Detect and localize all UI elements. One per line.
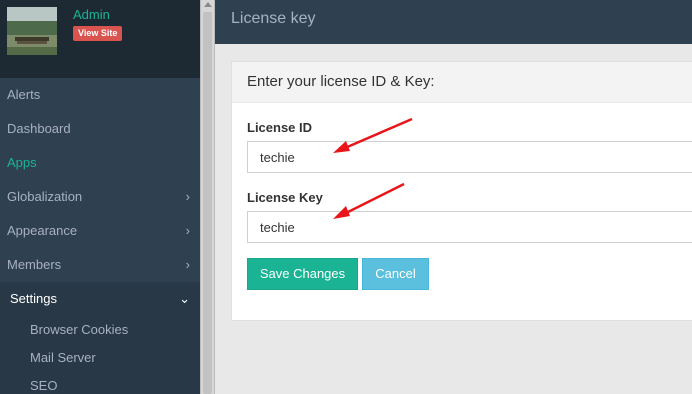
sidebar-item-label: Globalization: [7, 189, 83, 204]
avatar[interactable]: [7, 7, 57, 55]
sidebar-item-appearance[interactable]: Appearance ›: [0, 214, 200, 248]
scroll-up-arrow-icon[interactable]: [204, 2, 212, 7]
license-key-input[interactable]: [247, 211, 692, 243]
sidebar-profile: Admin View Site: [0, 0, 200, 78]
chevron-right-icon: ›: [185, 189, 190, 204]
scrollbar-thumb[interactable]: [203, 12, 212, 394]
sidebar-scrollbar[interactable]: [200, 0, 215, 394]
page-title: License key: [231, 10, 316, 27]
sidebar-item-label: Members: [7, 257, 62, 272]
top-bar: License key: [215, 0, 692, 44]
sidebar-item-label: Apps: [7, 155, 37, 170]
save-changes-button[interactable]: Save Changes: [247, 258, 358, 290]
sidebar-item-label: Dashboard: [7, 121, 71, 136]
view-site-button[interactable]: View Site: [73, 26, 123, 41]
sidebar-nav: Alerts Dashboard Apps Globalization › Ap…: [0, 78, 200, 394]
sidebar: Admin View Site Alerts Dashboard Apps Gl…: [0, 0, 200, 394]
chevron-right-icon: ›: [185, 257, 190, 272]
submenu-item-seo[interactable]: SEO: [0, 372, 200, 394]
sidebar-item-members[interactable]: Members ›: [0, 248, 200, 282]
settings-submenu: Browser Cookies Mail Server SEO: [0, 316, 200, 394]
sidebar-item-label: Settings: [10, 291, 57, 306]
sidebar-item-label: Alerts: [7, 87, 41, 102]
license-id-label: License ID: [247, 120, 313, 135]
license-id-input[interactable]: [247, 141, 692, 173]
sidebar-item-apps[interactable]: Apps: [0, 146, 200, 180]
sidebar-item-globalization[interactable]: Globalization ›: [0, 180, 200, 214]
license-key-label: License Key: [247, 190, 323, 205]
chevron-down-icon: ⌄: [179, 291, 190, 306]
chevron-right-icon: ›: [185, 223, 190, 238]
license-panel: Enter your license ID & Key: License ID …: [231, 61, 692, 321]
submenu-item-browser-cookies[interactable]: Browser Cookies: [0, 316, 200, 344]
user-name[interactable]: Admin: [73, 7, 110, 22]
panel-heading: Enter your license ID & Key:: [232, 62, 692, 103]
sidebar-item-settings[interactable]: Settings ⌄: [0, 282, 200, 316]
sidebar-item-label: Appearance: [7, 223, 78, 238]
sidebar-item-dashboard[interactable]: Dashboard: [0, 112, 200, 146]
cancel-button[interactable]: Cancel: [362, 258, 429, 290]
sidebar-item-alerts[interactable]: Alerts: [0, 78, 200, 112]
submenu-item-mail-server[interactable]: Mail Server: [0, 344, 200, 372]
